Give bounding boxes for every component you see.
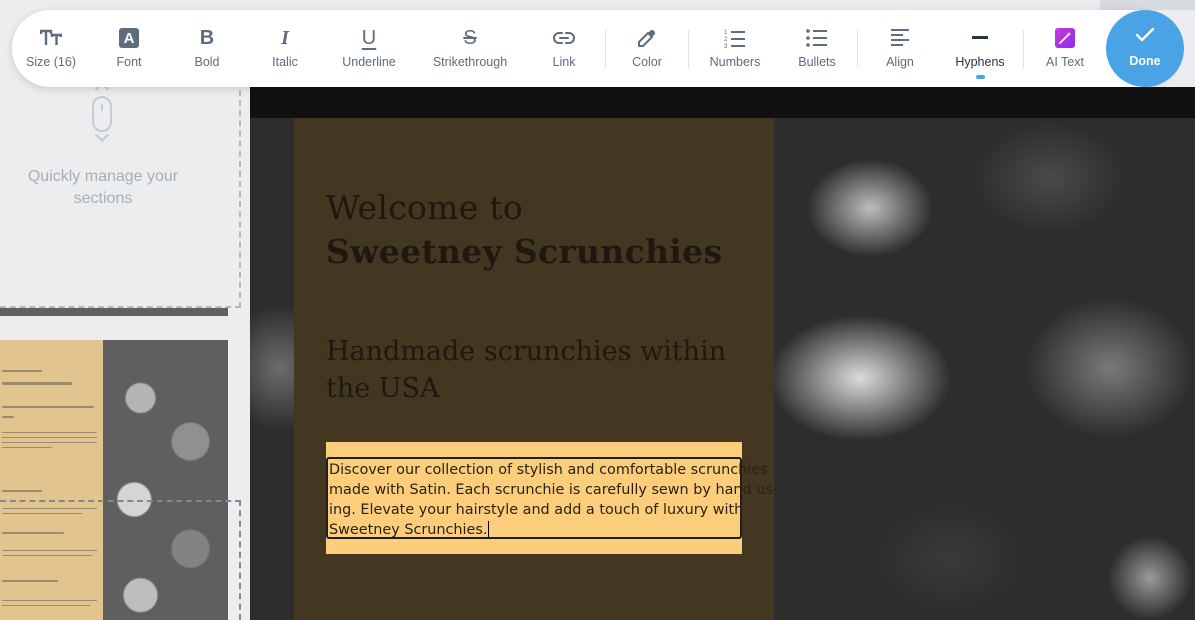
text-size-icon — [40, 25, 62, 51]
body-line: Discover our collection of stylish and c… — [329, 462, 768, 478]
editor-canvas: Welcome to Sweetney Scrunchies Handmade … — [250, 87, 1195, 620]
toolbar-separator — [605, 30, 606, 68]
done-button[interactable]: Done — [1106, 10, 1184, 87]
strikethrough-icon: S — [463, 26, 477, 49]
selected-text-block[interactable]: Discover our collection of stylish and c… — [326, 442, 779, 554]
text-edit-frame[interactable]: Discover our collection of stylish and c… — [326, 457, 779, 540]
bold-icon: B — [199, 26, 215, 49]
body-line: ing. Elevate your hairstyle and add a to… — [329, 502, 744, 518]
hero-text-panel: Welcome to Sweetney Scrunchies Handmade … — [294, 118, 779, 620]
align-button[interactable]: Align — [880, 10, 920, 87]
svg-text:3: 3 — [724, 44, 728, 48]
link-button[interactable]: Link — [544, 10, 584, 87]
underline-button[interactable]: U Underline — [334, 10, 404, 87]
font-icon: A — [119, 28, 139, 48]
svg-text:1: 1 — [724, 30, 728, 36]
hero-title[interactable]: Welcome to Sweetney Scrunchies — [326, 186, 722, 274]
underline-icon: U — [361, 26, 377, 49]
active-indicator — [976, 75, 985, 79]
numbered-list-icon: 123 — [724, 25, 746, 51]
body-line: Sweetney Scrunchies. — [329, 522, 488, 538]
strikethrough-button[interactable]: S Strikethrough — [428, 10, 512, 87]
top-right-edge — [1100, 0, 1195, 10]
numbers-button[interactable]: 123 Numbers — [706, 10, 764, 87]
checkmark-icon — [1135, 27, 1155, 48]
link-icon — [553, 25, 575, 51]
text-format-toolbar: Size (16) A Font B Bold I Italic U Under… — [12, 10, 1178, 87]
italic-icon: I — [281, 26, 289, 49]
bold-button[interactable]: B Bold — [180, 10, 234, 87]
hero-title-line1: Welcome to — [326, 188, 524, 227]
size-button[interactable]: Size (16) — [24, 10, 78, 87]
sections-panel: Quickly manage your sections — [0, 0, 250, 620]
body-line: made with Satin. Each scrunchie is caref… — [329, 482, 779, 498]
font-button[interactable]: A Font — [102, 10, 156, 87]
align-left-icon — [890, 25, 910, 51]
toolbar-separator — [1023, 30, 1024, 68]
bulleted-list-icon — [806, 25, 828, 51]
bullets-button[interactable]: Bullets — [792, 10, 842, 87]
hero-subheading[interactable]: Handmade scrunchies within the USA — [326, 333, 756, 407]
italic-button[interactable]: I Italic — [258, 10, 312, 87]
text-caret — [488, 521, 490, 537]
color-button[interactable]: Color — [627, 10, 667, 87]
eyedropper-icon — [637, 25, 657, 51]
svg-text:2: 2 — [724, 37, 728, 43]
ai-text-button[interactable]: AI Text — [1042, 10, 1088, 87]
canvas-top-strip — [250, 87, 1195, 118]
toolbar-separator — [857, 30, 858, 68]
ai-magic-icon — [1055, 28, 1075, 48]
hero-body-text[interactable]: Discover our collection of stylish and c… — [329, 460, 779, 540]
toolbar-separator — [688, 30, 689, 68]
hero-title-line2: Sweetney Scrunchies — [326, 232, 723, 271]
panel-dim-overlay — [0, 0, 250, 620]
hyphen-icon — [972, 25, 988, 51]
